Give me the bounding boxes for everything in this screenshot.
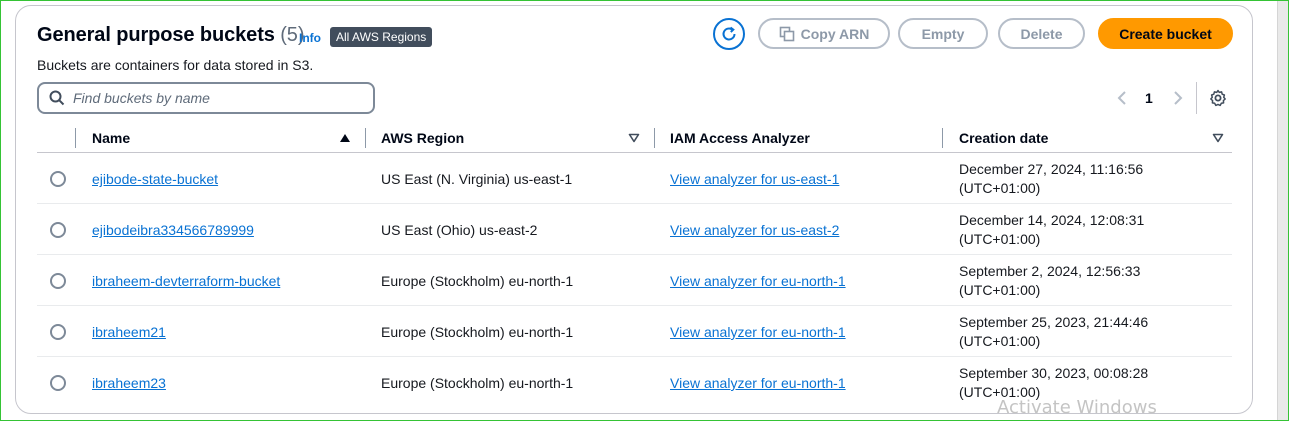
chevron-left-icon: [1117, 91, 1126, 105]
column-separator[interactable]: [365, 128, 366, 148]
row-select-radio[interactable]: [50, 171, 66, 187]
create-bucket-button[interactable]: Create bucket: [1098, 18, 1233, 49]
empty-label: Empty: [921, 25, 965, 42]
empty-button[interactable]: Empty: [898, 18, 988, 49]
create-bucket-label: Create bucket: [1119, 25, 1212, 42]
previous-page-button[interactable]: [1115, 89, 1129, 107]
search-icon: [49, 90, 65, 106]
next-page-button[interactable]: [1171, 89, 1185, 107]
bucket-region: Europe (Stockholm) eu-north-1: [381, 273, 574, 289]
creation-date: December 27, 2024, 11:16:56 (UTC+01:00): [959, 160, 1143, 198]
table-header: Name AWS Region IAM Access Analyzer Crea…: [37, 123, 1232, 153]
copy-arn-label: Copy ARN: [800, 25, 870, 42]
creation-date-value: September 30, 2023, 00:08:28: [959, 365, 1149, 381]
info-link[interactable]: Info: [299, 31, 321, 45]
page-description: Buckets are containers for data stored i…: [37, 57, 314, 73]
scrollbar-track[interactable]: [1277, 1, 1288, 420]
table-row: ibraheem-devterraform-bucket Europe (Sto…: [37, 255, 1232, 306]
page-title: General purpose buckets (5): [37, 24, 305, 47]
copy-icon: [779, 26, 794, 41]
buckets-panel: General purpose buckets (5) Info All AWS…: [15, 5, 1253, 414]
table-row: ejibodeibra334566789999 US East (Ohio) u…: [37, 204, 1232, 255]
creation-date-value: December 27, 2024, 11:16:56: [959, 161, 1144, 177]
column-header-iam[interactable]: IAM Access Analyzer: [670, 130, 810, 146]
delete-button[interactable]: Delete: [998, 18, 1085, 49]
creation-date: December 14, 2024, 12:08:31 (UTC+01:00): [959, 211, 1144, 249]
region-badge: All AWS Regions: [330, 27, 433, 47]
bucket-region: Europe (Stockholm) eu-north-1: [381, 375, 574, 391]
iam-analyzer-link[interactable]: View analyzer for eu-north-1: [670, 273, 846, 289]
bucket-name-link[interactable]: ibraheem23: [92, 375, 166, 391]
bucket-name-link[interactable]: ibraheem-devterraform-bucket: [92, 273, 280, 289]
table-settings-button[interactable]: [1209, 89, 1227, 107]
row-select-radio[interactable]: [50, 324, 66, 340]
column-header-name[interactable]: Name: [92, 130, 130, 146]
creation-date-value: December 14, 2024, 12:08:31: [959, 212, 1145, 228]
delete-label: Delete: [1020, 25, 1063, 42]
iam-analyzer-link[interactable]: View analyzer for us-east-2: [670, 222, 839, 238]
column-separator[interactable]: [942, 128, 943, 148]
creation-date-timezone: (UTC+01:00): [959, 231, 1041, 247]
chevron-right-icon: [1174, 91, 1183, 105]
sort-ascending-icon[interactable]: [339, 133, 351, 143]
creation-date-timezone: (UTC+01:00): [959, 180, 1041, 196]
creation-date-value: September 2, 2024, 12:56:33: [959, 263, 1141, 279]
sort-icon[interactable]: [1212, 133, 1224, 143]
table-row: ibraheem21 Europe (Stockholm) eu-north-1…: [37, 306, 1232, 357]
pager-divider: [1196, 82, 1197, 114]
table-row: ejibode-state-bucket US East (N. Virgini…: [37, 153, 1232, 204]
creation-date: September 25, 2023, 21:44:46 (UTC+01:00): [959, 313, 1148, 351]
search-box: [37, 82, 375, 114]
row-select-radio[interactable]: [50, 273, 66, 289]
column-separator: [75, 128, 76, 148]
iam-analyzer-link[interactable]: View analyzer for eu-north-1: [670, 375, 846, 391]
sort-icon[interactable]: [628, 133, 640, 143]
column-header-creation-date[interactable]: Creation date: [959, 130, 1048, 146]
refresh-icon: [722, 26, 736, 41]
column-header-region[interactable]: AWS Region: [381, 130, 464, 146]
column-separator[interactable]: [654, 128, 655, 148]
title-text: General purpose buckets: [37, 24, 275, 46]
creation-date: September 2, 2024, 12:56:33 (UTC+01:00): [959, 262, 1140, 300]
creation-date-value: September 25, 2023, 21:44:46: [959, 314, 1149, 330]
creation-date-timezone: (UTC+01:00): [959, 282, 1041, 298]
bucket-region: US East (N. Virginia) us-east-1: [381, 171, 573, 187]
creation-date-timezone: (UTC+01:00): [959, 333, 1041, 349]
bucket-region: US East (Ohio) us-east-2: [381, 222, 538, 238]
refresh-button[interactable]: [713, 18, 745, 50]
activate-windows-watermark: Activate Windows: [997, 397, 1157, 418]
current-page[interactable]: 1: [1145, 90, 1153, 106]
iam-analyzer-link[interactable]: View analyzer for eu-north-1: [670, 324, 846, 340]
copy-arn-button[interactable]: Copy ARN: [758, 18, 890, 49]
gear-icon: [1210, 89, 1226, 107]
iam-analyzer-link[interactable]: View analyzer for us-east-1: [670, 171, 839, 187]
bucket-name-link[interactable]: ejibodeibra334566789999: [92, 222, 254, 238]
bucket-region: Europe (Stockholm) eu-north-1: [381, 324, 574, 340]
row-select-radio[interactable]: [50, 375, 66, 391]
bucket-name-link[interactable]: ejibode-state-bucket: [92, 171, 218, 187]
row-select-radio[interactable]: [50, 222, 66, 238]
search-input[interactable]: [73, 90, 363, 106]
bucket-name-link[interactable]: ibraheem21: [92, 324, 166, 340]
